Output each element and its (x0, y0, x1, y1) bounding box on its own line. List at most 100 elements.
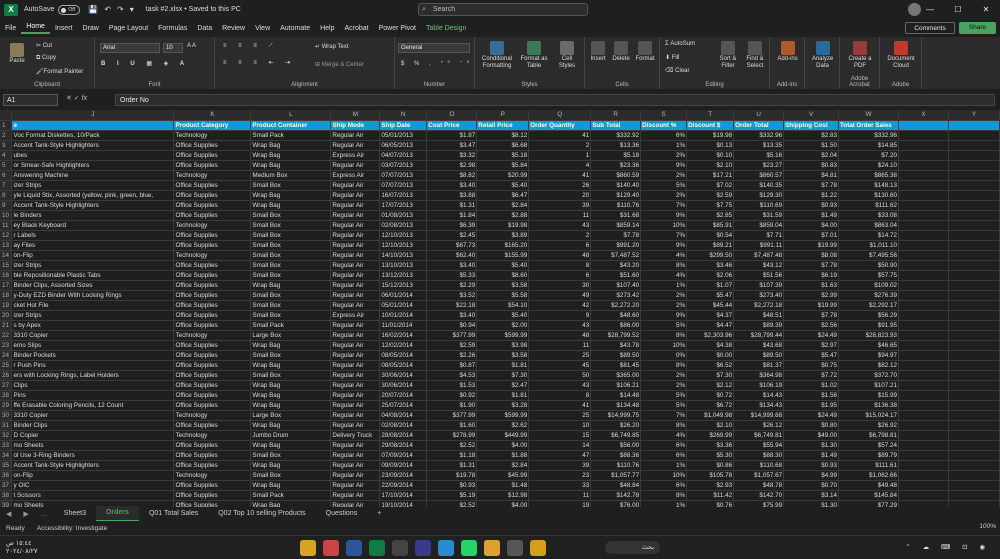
column-header[interactable]: M (330, 110, 381, 121)
table-cell[interactable]: 5% (640, 320, 688, 331)
table-cell[interactable]: $7.78 (783, 310, 840, 321)
table-cell[interactable]: Wrap Bag (250, 440, 332, 451)
table-cell[interactable]: Large Box (250, 330, 332, 341)
table-cell[interactable]: Pins (11, 390, 175, 401)
table-cell[interactable]: 6% (640, 480, 688, 491)
table-cell[interactable]: $51.56 (733, 270, 785, 281)
column-header[interactable]: N (379, 110, 428, 121)
autosum-button[interactable]: Σ AutoSum (665, 41, 695, 47)
table-cell[interactable]: $4.00 (783, 220, 840, 231)
empty-cell[interactable] (898, 160, 949, 171)
table-cell[interactable]: 22/09/2014 (379, 480, 428, 491)
select-all-corner[interactable] (0, 110, 13, 121)
empty-cell[interactable] (948, 250, 1000, 261)
table-cell[interactable]: 7% (640, 230, 688, 241)
table-cell[interactable]: $5.33 (426, 270, 478, 281)
table-header-cell[interactable]: Order Total (733, 120, 785, 131)
table-cell[interactable]: 29/08/2014 (379, 440, 428, 451)
table-cell[interactable]: Wrap Bag (250, 200, 332, 211)
table-cell[interactable]: 48 (528, 330, 592, 341)
table-cell[interactable]: 50 (528, 370, 592, 381)
next-sheet-icon[interactable]: ▶ (17, 510, 34, 518)
table-cell[interactable]: 49 (528, 290, 592, 301)
empty-cell[interactable] (898, 220, 949, 231)
table-cell[interactable]: $20.99 (476, 170, 530, 181)
table-cell[interactable]: Large Box (250, 410, 332, 421)
table-cell[interactable]: 11 (528, 340, 592, 351)
empty-cell[interactable] (948, 240, 1000, 251)
table-cell[interactable]: 4% (640, 270, 688, 281)
table-cell[interactable]: Regular Air (330, 460, 381, 471)
table-cell[interactable]: $1.56 (783, 390, 840, 401)
table-cell[interactable]: $6.52 (686, 360, 735, 371)
table-cell[interactable]: $2.52 (426, 500, 478, 507)
font-style-icons[interactable]: B I U ▦ ◈ A (101, 60, 189, 67)
empty-cell[interactable] (898, 400, 949, 411)
table-cell[interactable]: Regular Air (330, 200, 381, 211)
table-cell[interactable]: 42 (528, 300, 592, 311)
table-cell[interactable]: 10% (640, 340, 688, 351)
empty-cell[interactable] (898, 150, 949, 161)
table-cell[interactable]: y-Duty EZD Binder With Locking Rings (11, 290, 175, 301)
formula-input[interactable]: Order No (115, 94, 995, 106)
table-cell[interactable]: $136.38 (838, 400, 900, 411)
table-cell[interactable]: $14,999.68 (733, 410, 785, 421)
table-cell[interactable]: $7.71 (733, 230, 785, 241)
table-cell[interactable]: $1.95 (783, 400, 840, 411)
table-cell[interactable]: $50.90 (838, 260, 900, 271)
table-cell[interactable]: Office Supplies (173, 420, 252, 431)
row-header[interactable]: 6 (0, 170, 13, 181)
table-cell[interactable]: $2.83 (783, 130, 840, 141)
table-cell[interactable]: $1.31 (426, 200, 478, 211)
table-cell[interactable]: $13.35 (733, 140, 785, 151)
empty-cell[interactable] (898, 170, 949, 181)
table-cell[interactable]: 11 (528, 490, 592, 501)
table-cell[interactable]: Jumbo Drum (250, 430, 332, 441)
files-app-icon[interactable] (300, 540, 316, 556)
table-cell[interactable]: Regular Air (330, 190, 381, 201)
table-cell[interactable]: $3.58 (476, 350, 530, 361)
table-cell[interactable]: Regular Air (330, 180, 381, 191)
table-cell[interactable]: Wrap Bag (250, 420, 332, 431)
menu-draw[interactable]: Draw (77, 25, 103, 32)
table-header-cell[interactable]: Retail Price (476, 120, 530, 131)
table-cell[interactable]: 2% (640, 300, 688, 311)
empty-cell[interactable] (898, 490, 949, 501)
table-cell[interactable]: 5% (640, 400, 688, 411)
format-as-table-button[interactable]: Format as Table (519, 41, 549, 70)
table-cell[interactable]: 09/09/2014 (379, 460, 428, 471)
table-cell[interactable]: 10/01/2014 (379, 310, 428, 321)
table-cell[interactable]: Technology (173, 170, 252, 181)
table-cell[interactable]: 11/01/2014 (379, 320, 428, 331)
table-cell[interactable]: $2.04 (783, 150, 840, 161)
empty-cell[interactable] (948, 360, 1000, 371)
table-cell[interactable]: Wrap Bag (250, 160, 332, 171)
table-cell[interactable]: $1.88 (476, 450, 530, 461)
table-cell[interactable]: $56.29 (838, 310, 900, 321)
table-cell[interactable]: Office Supplies (173, 290, 252, 301)
row-header[interactable]: 22 (0, 330, 13, 341)
menu-automate[interactable]: Automate (275, 25, 315, 32)
column-header[interactable]: Y (948, 110, 1000, 121)
table-cell[interactable]: $54.10 (476, 300, 530, 311)
table-cell[interactable]: $5.58 (476, 290, 530, 301)
table-cell[interactable]: $1.50 (783, 140, 840, 151)
table-cell[interactable]: $0.13 (686, 140, 735, 151)
table-cell[interactable]: 19 (528, 500, 592, 507)
table-cell[interactable]: $5.40 (476, 310, 530, 321)
table-cell[interactable]: $43.78 (590, 340, 642, 351)
row-header[interactable]: 10 (0, 210, 13, 221)
table-header-cell[interactable]: Cost Price (426, 120, 478, 131)
table-cell[interactable]: Office Supplies (173, 320, 252, 331)
table-cell[interactable]: $6.19 (783, 270, 840, 281)
table-cell[interactable]: $3.14 (783, 490, 840, 501)
table-cell[interactable]: $55.94 (733, 440, 785, 451)
table-cell[interactable]: $43.12 (733, 260, 785, 271)
clear-button[interactable]: ⌫ Clear (665, 67, 690, 74)
menu-review[interactable]: Review (217, 25, 250, 32)
table-cell[interactable]: $3.47 (426, 140, 478, 151)
table-cell[interactable]: $2.06 (686, 270, 735, 281)
table-cell[interactable]: $2.10 (686, 420, 735, 431)
table-cell[interactable]: 12/02/2014 (379, 340, 428, 351)
table-cell[interactable]: $859.04 (733, 220, 785, 231)
